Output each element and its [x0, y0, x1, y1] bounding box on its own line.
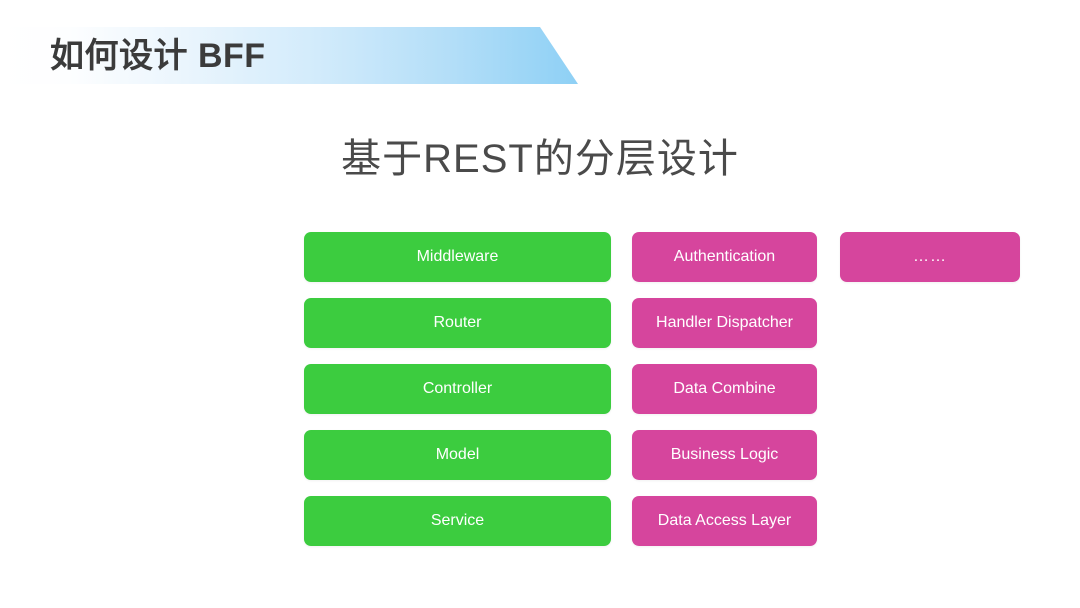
layer-box-label: Middleware: [416, 248, 499, 265]
layered-design-diagram: Middleware Router Controller Model Servi…: [304, 232, 1020, 546]
slide-header: 如何设计 BFF: [0, 27, 578, 84]
diagram-column-responsibility: Authentication Handler Dispatcher Data C…: [632, 232, 817, 562]
diagram-column-rest-layer: Middleware Router Controller Model Servi…: [304, 232, 611, 562]
responsibility-box-handler-dispatcher[interactable]: Handler Dispatcher: [632, 298, 817, 348]
more-box-ellipsis[interactable]: ……: [840, 232, 1020, 282]
responsibility-box-label: Handler Dispatcher: [656, 314, 793, 331]
responsibility-box-data-combine[interactable]: Data Combine: [632, 364, 817, 414]
layer-box-label: Controller: [422, 380, 493, 397]
slide-subtitle: 基于REST的分层设计: [341, 137, 739, 181]
responsibility-box-data-access-layer[interactable]: Data Access Layer: [632, 496, 817, 546]
responsibility-box-label: Authentication: [673, 248, 776, 265]
responsibility-box-authentication[interactable]: Authentication: [632, 232, 817, 282]
layer-box-label: Model: [435, 446, 480, 463]
layer-box-model[interactable]: Model: [304, 430, 611, 480]
responsibility-box-label: Business Logic: [670, 446, 779, 463]
layer-box-label: Router: [433, 314, 482, 331]
more-box-label: ……: [913, 248, 947, 265]
layer-box-router[interactable]: Router: [304, 298, 611, 348]
layer-box-service[interactable]: Service: [304, 496, 611, 546]
responsibility-box-label: Data Access Layer: [657, 512, 792, 529]
page-title: 如何设计 BFF: [50, 36, 266, 75]
responsibility-box-label: Data Combine: [673, 380, 776, 397]
layer-box-label: Service: [430, 512, 485, 529]
diagram-column-more: ……: [840, 232, 1020, 298]
layer-box-middleware[interactable]: Middleware: [304, 232, 611, 282]
responsibility-box-business-logic[interactable]: Business Logic: [632, 430, 817, 480]
layer-box-controller[interactable]: Controller: [304, 364, 611, 414]
